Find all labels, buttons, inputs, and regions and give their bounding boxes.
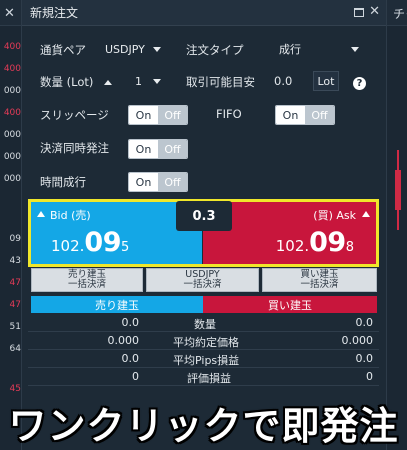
buy-value: 0.0 [355, 316, 374, 329]
settle-all-sell-button[interactable]: 売り建玉 一括決済 [31, 268, 143, 292]
order-type-label: 注文タイプ [186, 43, 244, 57]
settle-all-buy-button[interactable]: 買い建玉 一括決済 [262, 268, 377, 292]
quantity-label: 数量 (Lot) [40, 75, 94, 89]
settle-all-pair-button[interactable]: USDJPY 一括決済 [146, 268, 259, 292]
left-value: 000 [3, 130, 21, 140]
stat-row: 0 評価損益 0 [28, 368, 379, 386]
settle-label: 決済同時発注 [40, 141, 109, 155]
sell-value: 0.0 [121, 352, 140, 365]
left-value: 000 [3, 174, 21, 184]
left-value: 000 [3, 86, 21, 96]
left-value: 09 [9, 234, 21, 244]
sell-value: 0.0 [121, 316, 140, 329]
slippage-toggle[interactable]: On Off [128, 105, 188, 125]
currency-pair-select[interactable]: USDJPY [100, 38, 168, 60]
left-value: 47 [9, 300, 21, 310]
window-title: 新規注文 [30, 6, 79, 20]
buy-value: 0 [366, 370, 373, 383]
chevron-down-icon [351, 47, 359, 52]
buy-value: 0.0 [355, 352, 374, 365]
new-order-window: 新規注文 ✕ 通貨ペア USDJPY 注文タイプ 成行 数量 (Lot) 1 取… [22, 0, 386, 450]
candle-body [395, 170, 401, 210]
triangle-up-icon [362, 211, 370, 217]
bid-price: 102.095 [51, 227, 129, 258]
left-value: 45 [9, 384, 21, 394]
left-panel-strip: ✕ 400 400 000 400 000 000 000 09 43 47 4… [0, 0, 22, 450]
button-line2: 一括決済 [183, 279, 222, 290]
quantity-value: 1 [135, 74, 142, 88]
caption-text: ワンクリックで即発注 [8, 403, 399, 448]
price-panel: Bid (売) 102.095 (買) Ask 102.098 0.3 [28, 199, 379, 267]
lot-unit: Lot [313, 71, 339, 91]
bid-price-prefix: 102. [51, 237, 85, 255]
ask-label: (買) Ask [313, 209, 356, 222]
bid-price-pips: 09 [84, 227, 121, 258]
stat-label: 平均Pips損益 [173, 354, 240, 367]
sell-value: 0.000 [107, 334, 140, 347]
tradable-value: 0.0 [274, 74, 293, 88]
stat-row: 0.0 平均Pips損益 0.0 [28, 350, 379, 368]
settle-toggle[interactable]: On Off [128, 139, 188, 159]
button-line2: 一括決済 [300, 279, 339, 290]
ask-price-prefix: 102. [275, 237, 310, 255]
toggle-on[interactable]: On [276, 106, 305, 124]
toggle-off[interactable]: Off [305, 106, 334, 124]
chevron-down-icon [153, 79, 161, 84]
left-value: 400 [3, 108, 21, 118]
bid-price-suffix: 5 [120, 240, 130, 255]
toggle-off[interactable]: Off [158, 140, 187, 158]
maximize-icon[interactable] [354, 8, 364, 17]
close-icon[interactable]: ✕ [4, 6, 15, 21]
stat-row: 0.000 平均約定価格 0.000 [28, 332, 379, 350]
ask-price-suffix: 8 [345, 240, 354, 255]
left-value: 43 [9, 256, 21, 266]
fifo-toggle[interactable]: On Off [275, 105, 335, 125]
chevron-down-icon [153, 47, 161, 52]
buy-value: 0.000 [341, 334, 374, 347]
order-type-value: 成行 [279, 43, 301, 56]
order-type-select[interactable]: 成行 [274, 38, 366, 60]
tradable-label: 取引可能目安 [186, 75, 255, 89]
stat-label: 評価損益 [187, 372, 231, 385]
triangle-up-icon [37, 211, 45, 217]
quantity-stepper[interactable]: 1 [130, 70, 168, 92]
fifo-label: FIFO [216, 107, 242, 121]
stat-label: 平均約定価格 [173, 336, 239, 349]
sell-position-header: 売り建玉 [31, 296, 203, 313]
left-value: 51 [9, 322, 21, 332]
bid-label: Bid (売) [50, 209, 91, 222]
help-icon[interactable]: ? [353, 77, 366, 90]
left-value: 400 [3, 42, 21, 52]
right-panel-title[interactable]: チャ [387, 0, 407, 26]
ask-price-pips: 09 [309, 227, 346, 258]
sell-value: 0 [132, 370, 139, 383]
button-line2: 一括決済 [67, 279, 106, 290]
left-value: 47 [9, 278, 21, 288]
stat-row: 0.0 数量 0.0 [28, 314, 379, 332]
close-icon[interactable]: ✕ [369, 4, 380, 19]
toggle-off[interactable]: Off [158, 173, 187, 191]
spread-value: 0.3 [176, 201, 232, 231]
stat-label: 数量 [194, 318, 216, 331]
toggle-on[interactable]: On [129, 173, 158, 191]
quantity-up-icon[interactable] [104, 80, 112, 85]
left-value: 400 [3, 64, 21, 74]
toggle-off[interactable]: Off [158, 106, 187, 124]
window-titlebar[interactable]: 新規注文 ✕ [22, 0, 386, 26]
time-market-toggle[interactable]: On Off [128, 172, 188, 192]
currency-pair-label: 通貨ペア [40, 43, 86, 57]
ask-price: 102.098 [276, 227, 354, 258]
time-market-label: 時間成行 [40, 175, 86, 189]
left-value: 64 [9, 344, 21, 354]
buy-position-header: 買い建玉 [203, 296, 377, 313]
caption-overlay: ワンクリックで即発注 [0, 394, 407, 450]
left-value: 000 [3, 152, 21, 162]
toggle-on[interactable]: On [129, 106, 158, 124]
right-panel-strip: チャ [386, 0, 407, 450]
slippage-label: スリッページ [40, 108, 109, 122]
toggle-on[interactable]: On [129, 140, 158, 158]
currency-pair-value: USDJPY [105, 42, 145, 56]
